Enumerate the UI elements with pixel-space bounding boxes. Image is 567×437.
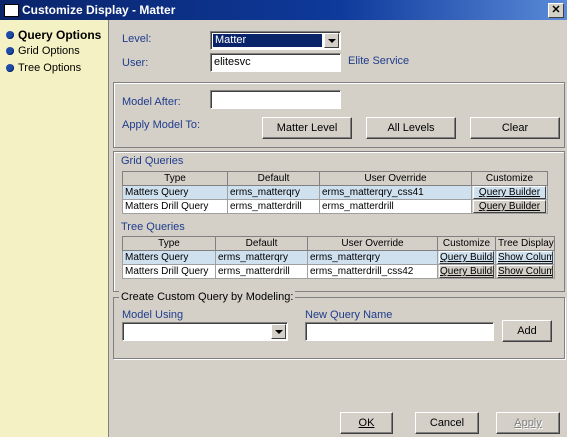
customize-cell: Query Builde xyxy=(437,250,496,265)
column-header: User Override xyxy=(319,171,472,186)
query-builder-button[interactable]: Query Builder xyxy=(473,186,546,199)
chevron-down-icon[interactable] xyxy=(324,33,339,48)
sidebar-item-label: Grid Options xyxy=(18,45,80,57)
chevron-down-icon[interactable] xyxy=(271,324,286,339)
override-cell[interactable]: erms_matterdrill xyxy=(319,199,472,214)
sidebar-item-grid-options[interactable]: Grid Options xyxy=(6,43,80,59)
show-columns-button[interactable]: Show Colum xyxy=(497,265,553,278)
table-row[interactable]: Matters Query erms_matterqry erms_matter… xyxy=(122,185,548,200)
model-using-label: Model Using xyxy=(122,309,184,321)
model-after-input[interactable] xyxy=(210,90,341,109)
apply-button[interactable]: Apply xyxy=(496,412,560,434)
ok-label: OK xyxy=(358,417,375,429)
table-row[interactable]: Matters Query erms_matterqry erms_matter… xyxy=(122,250,555,265)
bullet-icon xyxy=(6,47,14,55)
table-row[interactable]: Matters Drill Query erms_matterdrill erm… xyxy=(122,199,548,214)
all-levels-button[interactable]: All Levels xyxy=(366,117,456,139)
sidebar-item-query-options[interactable]: Query Options xyxy=(6,27,101,43)
customize-cell: Query Builder xyxy=(471,199,548,214)
level-value: Matter xyxy=(213,34,322,47)
tree-display-cell: Show Colum xyxy=(495,250,555,265)
query-builder-button[interactable]: Query Builder xyxy=(473,200,546,213)
sidebar-item-tree-options[interactable]: Tree Options xyxy=(6,60,81,76)
column-header: Customize xyxy=(437,236,496,251)
query-builder-button[interactable]: Query Builde xyxy=(439,265,494,278)
default-cell: erms_matterqry xyxy=(227,185,320,200)
customize-cell: Query Builder xyxy=(471,185,548,200)
default-cell: erms_matterqry xyxy=(215,250,308,265)
column-header: Type xyxy=(122,236,216,251)
column-header: Default xyxy=(215,236,308,251)
apply-label: Apply xyxy=(514,417,542,429)
query-builder-button[interactable]: Query Builde xyxy=(439,251,494,264)
column-header: Tree Display xyxy=(495,236,555,251)
column-header: Default xyxy=(227,171,320,186)
tree-display-cell: Show Colum xyxy=(495,264,555,279)
matter-level-button[interactable]: Matter Level xyxy=(262,117,352,139)
new-query-name-label: New Query Name xyxy=(305,309,393,321)
model-using-select[interactable] xyxy=(122,322,288,341)
clear-button[interactable]: Clear xyxy=(470,117,560,139)
level-label: Level: xyxy=(122,33,152,45)
show-columns-button[interactable]: Show Colum xyxy=(497,251,553,264)
user-name: Elite Service xyxy=(348,55,410,67)
model-after-label: Model After: xyxy=(122,96,181,108)
bullet-icon xyxy=(6,31,14,39)
sidebar: Query Options Grid Options Tree Options xyxy=(0,20,109,437)
type-cell: Matters Drill Query xyxy=(122,264,216,279)
column-header: Customize xyxy=(471,171,548,186)
app-icon xyxy=(4,4,19,17)
close-button[interactable]: ✕ xyxy=(548,3,564,18)
table-header-row: Type Default User Override Customize Tre… xyxy=(122,236,555,251)
type-cell: Matters Query xyxy=(122,250,216,265)
apply-model-label: Apply Model To: xyxy=(122,119,201,131)
override-cell[interactable]: erms_matterqry xyxy=(307,250,438,265)
title-bar: Customize Display - Matter ✕ xyxy=(0,0,567,20)
customize-cell: Query Builde xyxy=(437,264,496,279)
table-header-row: Type Default User Override Customize xyxy=(122,171,548,186)
default-cell: erms_matterdrill xyxy=(215,264,308,279)
sidebar-item-label: Tree Options xyxy=(18,62,82,74)
add-button[interactable]: Add xyxy=(502,320,552,342)
tree-queries-table: Type Default User Override Customize Tre… xyxy=(122,236,555,279)
table-row[interactable]: Matters Drill Query erms_matterdrill erm… xyxy=(122,264,555,279)
column-header: Type xyxy=(122,171,228,186)
type-cell: Matters Drill Query xyxy=(122,199,228,214)
sidebar-item-label: Query Options xyxy=(18,28,102,42)
type-cell: Matters Query xyxy=(122,185,228,200)
user-input[interactable]: elitesvc xyxy=(210,53,341,72)
tree-queries-title: Tree Queries xyxy=(121,221,185,233)
column-header: User Override xyxy=(307,236,438,251)
user-label: User: xyxy=(122,57,149,69)
custom-query-title: Create Custom Query by Modeling: xyxy=(119,291,296,303)
cancel-button[interactable]: Cancel xyxy=(415,412,479,434)
grid-queries-title: Grid Queries xyxy=(121,155,184,167)
bullet-icon xyxy=(6,64,14,72)
window-title: Customize Display - Matter xyxy=(22,3,176,17)
new-query-name-input[interactable] xyxy=(305,322,494,341)
ok-button[interactable]: OK xyxy=(340,412,393,434)
override-cell[interactable]: erms_matterdrill_css42 xyxy=(307,264,438,279)
level-select[interactable]: Matter xyxy=(210,31,341,50)
model-using-value xyxy=(125,325,269,338)
override-cell[interactable]: erms_matterqry_css41 xyxy=(319,185,472,200)
grid-queries-table: Type Default User Override Customize Mat… xyxy=(122,171,548,214)
default-cell: erms_matterdrill xyxy=(227,199,320,214)
